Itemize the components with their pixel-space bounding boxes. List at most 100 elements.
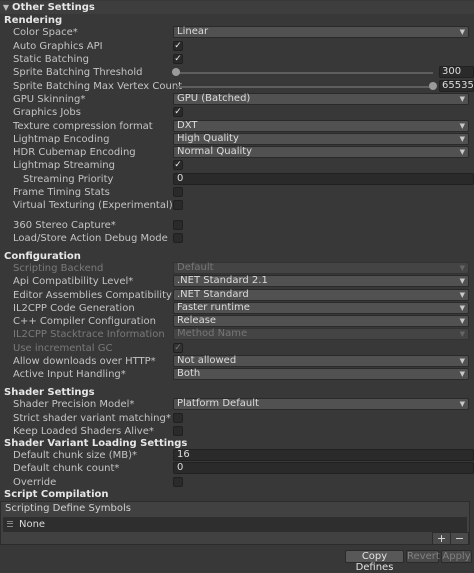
chevron-down-icon: ▼ [459,95,465,103]
default-chunk-count-label: Default chunk count* [13,463,120,474]
sprite-batching-max-vertex-field[interactable]: 65535 [439,80,474,92]
scripting-backend-value: Default [177,262,214,273]
sprite-batching-threshold-slider-knob[interactable] [172,68,180,76]
scripting-define-symbols-header: Scripting Define Symbols [5,503,131,514]
scripting-backend-label: Scripting Backend [13,263,104,274]
color-space-row: Color Space* Linear ▼ [0,26,474,39]
default-chunk-size-row: Default chunk size (MB)* 16 [0,449,474,462]
add-define-button[interactable]: + [432,532,451,545]
incremental-gc-row: Use incremental GC ✓ [0,342,474,355]
il2cpp-codegen-row: IL2CPP Code Generation Faster runtime ▼ [0,302,474,315]
other-settings-foldout[interactable]: ▼ Other Settings [0,1,474,14]
api-compat-row: Api Compatibility Level* .NET Standard 2… [0,275,474,288]
define-symbols-value: None [19,519,46,530]
active-input-row: Active Input Handling* Both ▼ [0,368,474,381]
stereo-capture-label: 360 Stereo Capture* [13,220,116,231]
sprite-batching-threshold-slider[interactable] [176,72,433,74]
override-checkbox[interactable] [173,477,183,487]
allow-http-row: Allow downloads over HTTP* Not allowed ▼ [0,355,474,368]
sprite-batching-threshold-label: Sprite Batching Threshold [13,67,143,78]
color-space-dropdown[interactable]: Linear ▼ [173,26,469,38]
allow-http-dropdown[interactable]: Not allowed ▼ [173,355,469,367]
cpp-compiler-config-value: Release [177,315,217,326]
incremental-gc-checkbox: ✓ [173,343,183,353]
virtual-texturing-checkbox[interactable] [173,200,183,210]
texture-compression-dropdown[interactable]: DXT ▼ [173,120,469,132]
active-input-dropdown[interactable]: Both ▼ [173,368,469,380]
lightmap-encoding-dropdown[interactable]: High Quality ▼ [173,133,469,145]
chevron-down-icon: ▼ [459,317,465,325]
hdr-cubemap-encoding-value: Normal Quality [177,146,253,157]
list-item[interactable]: None [3,517,467,532]
sprite-batching-max-vertex-slider[interactable] [176,86,433,88]
chevron-down-icon: ▼ [459,370,465,378]
chevron-down-icon: ▼ [459,277,465,285]
apply-button[interactable]: Apply [441,550,472,563]
streaming-priority-row: Streaming Priority 0 [0,173,474,186]
foldout-triangle-icon[interactable]: ▼ [0,1,12,14]
load-store-debug-checkbox[interactable] [173,233,183,243]
gpu-skinning-label: GPU Skinning* [13,94,86,105]
chevron-down-icon: ▼ [459,400,465,408]
copy-defines-button[interactable]: Copy Defines [345,550,404,573]
stereo-capture-checkbox[interactable] [173,220,183,230]
incremental-gc-label: Use incremental GC [13,343,113,354]
remove-define-button[interactable]: − [450,532,469,545]
color-space-label: Color Space* [13,27,78,38]
editor-assemblies-compat-dropdown[interactable]: .NET Standard ▼ [173,289,469,301]
chevron-down-icon: ▼ [459,122,465,130]
il2cpp-stacktrace-dropdown: Method Name ▼ [173,328,469,340]
keep-loaded-alive-checkbox[interactable] [173,426,183,436]
auto-graphics-api-checkbox[interactable]: ✓ [173,41,183,51]
virtual-texturing-row: Virtual Texturing (Experimental)* [0,199,474,212]
shader-precision-dropdown[interactable]: Platform Default ▼ [173,398,469,410]
chevron-down-icon: ▼ [459,28,465,36]
texture-compression-label: Texture compression format [13,121,153,132]
shader-precision-row: Shader Precision Model* Platform Default… [0,398,474,411]
static-batching-label: Static Batching [13,54,89,65]
frame-timing-stats-checkbox[interactable] [173,187,183,197]
static-batching-checkbox[interactable]: ✓ [173,54,183,64]
gpu-skinning-value: GPU (Batched) [177,93,251,104]
frame-timing-stats-label: Frame Timing Stats [13,187,110,198]
strict-variant-row: Strict shader variant matching* [0,412,474,425]
load-store-debug-row: Load/Store Action Debug Mode [0,232,474,245]
strict-variant-checkbox[interactable] [173,413,183,423]
default-chunk-count-field[interactable]: 0 [173,462,474,474]
hdr-cubemap-encoding-dropdown[interactable]: Normal Quality ▼ [173,146,469,158]
scripting-define-symbols-list: Scripting Define Symbols None [0,501,470,545]
gpu-skinning-dropdown[interactable]: GPU (Batched) ▼ [173,93,469,105]
chevron-down-icon: ▼ [459,135,465,143]
chevron-down-icon: ▼ [459,330,465,338]
cpp-compiler-config-row: C++ Compiler Configuration Release ▼ [0,315,474,328]
color-space-value: Linear [177,26,209,37]
chevron-down-icon: ▼ [459,357,465,365]
cpp-compiler-config-label: C++ Compiler Configuration [13,316,156,327]
load-store-debug-label: Load/Store Action Debug Mode [13,233,168,244]
default-chunk-size-field[interactable]: 16 [173,449,474,461]
api-compat-dropdown[interactable]: .NET Standard 2.1 ▼ [173,275,469,287]
shader-precision-label: Shader Precision Model* [13,399,135,410]
lightmap-streaming-checkbox[interactable]: ✓ [173,160,183,170]
drag-handle-icon[interactable] [7,521,13,527]
cpp-compiler-config-dropdown[interactable]: Release ▼ [173,315,469,327]
frame-timing-stats-row: Frame Timing Stats [0,186,474,199]
streaming-priority-field[interactable]: 0 [173,173,474,185]
sprite-batching-max-vertex-label: Sprite Batching Max Vertex Count [13,81,183,92]
il2cpp-codegen-dropdown[interactable]: Faster runtime ▼ [173,302,469,314]
lightmap-streaming-row: Lightmap Streaming ✓ [0,159,474,172]
streaming-priority-label: Streaming Priority [23,174,114,185]
api-compat-value: .NET Standard 2.1 [177,275,268,286]
default-chunk-count-row: Default chunk count* 0 [0,462,474,475]
graphics-jobs-checkbox[interactable]: ✓ [173,107,183,117]
active-input-value: Both [177,368,201,379]
lightmap-encoding-value: High Quality [177,133,239,144]
api-compat-label: Api Compatibility Level* [13,276,134,287]
texture-compression-value: DXT [177,120,198,131]
lightmap-streaming-label: Lightmap Streaming [13,160,115,171]
lightmap-encoding-label: Lightmap Encoding [13,134,110,145]
sprite-batching-threshold-field[interactable]: 300 [439,66,474,78]
sprite-batching-max-vertex-slider-knob[interactable] [429,82,437,90]
revert-button[interactable]: Revert [406,550,440,563]
active-input-label: Active Input Handling* [13,369,126,380]
